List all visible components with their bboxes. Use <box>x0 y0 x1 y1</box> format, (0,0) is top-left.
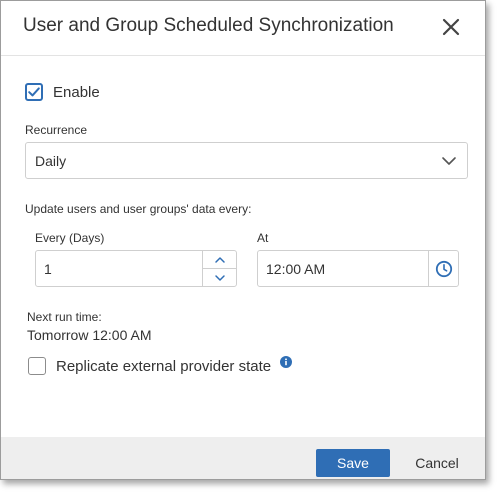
close-icon <box>442 18 460 36</box>
checkmark-icon <box>28 87 40 97</box>
recurrence-value: Daily <box>35 153 67 169</box>
clock-icon <box>435 260 452 277</box>
increment-button[interactable] <box>203 251 236 269</box>
chevron-down-icon <box>214 274 225 281</box>
at-label: At <box>257 231 269 245</box>
close-button[interactable] <box>439 15 463 39</box>
dialog-title: User and Group Scheduled Synchronization <box>23 15 394 36</box>
next-run-label: Next run time: <box>27 310 102 324</box>
next-run-value: Tomorrow 12:00 AM <box>27 327 152 343</box>
dialog-header: User and Group Scheduled Synchronization <box>1 1 485 56</box>
chevron-up-icon <box>214 256 225 263</box>
cancel-button[interactable]: Cancel <box>400 449 474 477</box>
replicate-row: Replicate external provider state <box>28 356 293 376</box>
recurrence-select[interactable]: Daily <box>25 142 468 179</box>
decrement-button[interactable] <box>203 269 236 286</box>
enable-row: Enable <box>25 81 100 103</box>
enable-checkbox[interactable] <box>25 83 43 101</box>
every-days-input[interactable]: 1 <box>35 250 203 287</box>
at-time-input[interactable]: 12:00 AM <box>257 250 429 287</box>
save-button[interactable]: Save <box>316 449 390 477</box>
replicate-label: Replicate external provider state <box>56 357 272 375</box>
info-icon[interactable] <box>280 356 293 368</box>
enable-label: Enable <box>53 83 100 101</box>
time-picker-button[interactable] <box>428 250 459 287</box>
chevron-down-icon <box>442 157 456 165</box>
update-label: Update users and user groups' data every… <box>25 202 252 216</box>
recurrence-label: Recurrence <box>25 123 88 137</box>
sync-dialog: User and Group Scheduled Synchronization… <box>0 0 486 480</box>
replicate-checkbox[interactable] <box>28 357 46 375</box>
every-days-label: Every (Days) <box>35 231 105 245</box>
days-stepper <box>202 250 237 287</box>
